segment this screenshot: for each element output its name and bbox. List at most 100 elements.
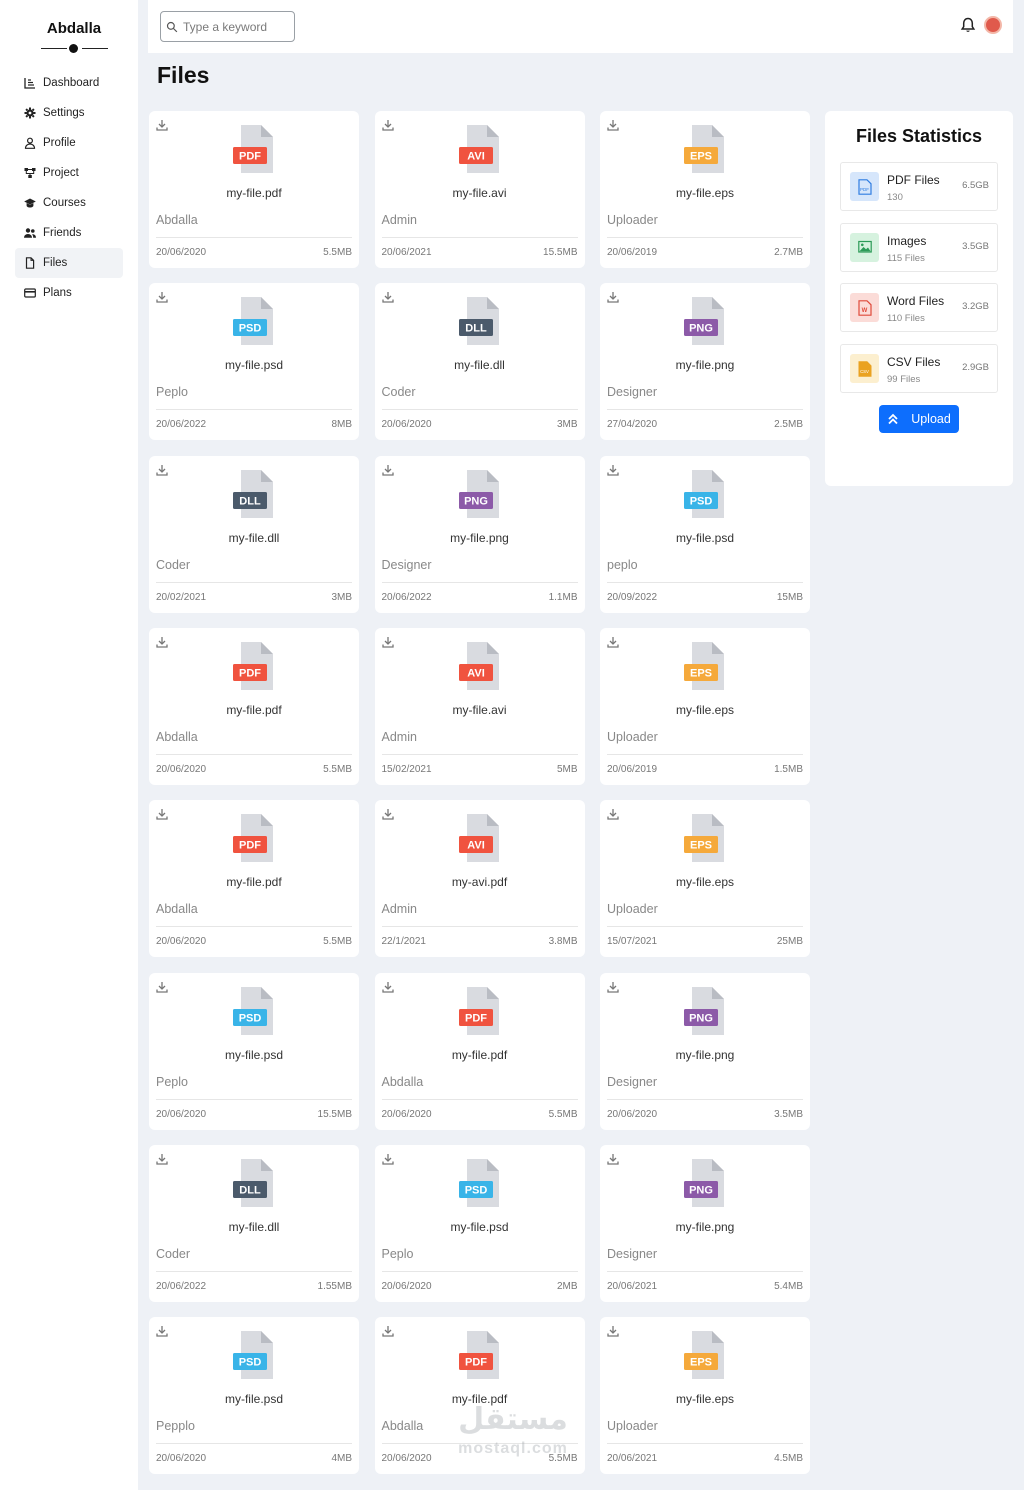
svg-text:EPS: EPS [690, 151, 712, 163]
sidebar-item-project[interactable]: Project [15, 158, 123, 188]
dll-file-icon: DLL [233, 469, 277, 520]
download-icon[interactable] [607, 290, 619, 303]
download-icon[interactable] [156, 290, 168, 303]
file-name: my-file.eps [675, 702, 734, 717]
file-card[interactable]: AVI my-avi.pdf Admin 22/1/2021 3.8MB [374, 800, 585, 958]
file-card[interactable]: PSD my-file.psd peplo 20/09/2022 15MB [600, 455, 810, 613]
sidebar-item-profile[interactable]: Profile [15, 128, 123, 158]
file-date: 15/07/2021 [607, 936, 658, 948]
download-icon[interactable] [381, 1324, 394, 1337]
search-input[interactable] [183, 19, 288, 34]
sidebar-item-files[interactable]: Files [15, 248, 123, 278]
file-card[interactable]: DLL my-file.dll Coder 20/06/2022 1.55MB [149, 1144, 359, 1302]
file-date: 20/06/2019 [607, 763, 658, 775]
download-icon[interactable] [607, 1152, 619, 1165]
file-card[interactable]: DLL my-file.dll Coder 20/06/2020 3MB [374, 283, 585, 441]
card-divider [607, 237, 803, 238]
stat-csv-files[interactable]: CSV CSV Files 99 Files 2.9GB [840, 344, 998, 394]
file-owner: Uploader [607, 1419, 658, 1434]
file-card[interactable]: AVI my-file.avi Admin 20/06/2021 15.5MB [374, 111, 585, 268]
sidebar-item-label: Files [43, 257, 68, 269]
file-card[interactable]: PNG my-file.png Designer 27/04/2020 2.5MB [600, 283, 810, 441]
download-icon[interactable] [156, 807, 168, 820]
svg-text:PSD: PSD [239, 1012, 262, 1024]
download-icon[interactable] [381, 980, 394, 993]
file-owner: Designer [381, 557, 432, 572]
download-icon[interactable] [156, 463, 168, 476]
stat-count: 115 Files [887, 252, 925, 264]
sidebar-item-courses[interactable]: Courses [15, 188, 123, 218]
file-card[interactable]: PSD my-file.psd Peplo 20/06/2020 2MB [374, 1144, 585, 1302]
card-divider [156, 1098, 352, 1100]
svg-text:AVI: AVI [467, 667, 485, 679]
bell-icon[interactable] [960, 17, 976, 34]
download-icon[interactable] [381, 635, 394, 648]
card-divider [607, 581, 803, 583]
sidebar-item-settings[interactable]: Settings [15, 98, 123, 128]
file-card[interactable]: EPS my-file.eps Uploader 20/06/2019 1.5MB [600, 627, 810, 785]
stat-word-files[interactable]: W Word Files 110 Files 3.2GB [840, 283, 998, 333]
card-divider [381, 237, 578, 238]
svg-text:PDF: PDF [239, 840, 261, 852]
psd-file-icon: PSD [233, 1331, 277, 1381]
download-icon[interactable] [381, 463, 394, 476]
avatar-icon[interactable] [984, 16, 1002, 34]
file-name: my-file.psd [450, 1219, 509, 1234]
sidebar-item-dashboard[interactable]: Dashboard [15, 68, 123, 98]
search-box[interactable] [160, 11, 295, 42]
file-card[interactable]: EPS my-file.eps Uploader 20/06/2021 4.5MB [600, 1317, 810, 1475]
svg-text:EPS: EPS [690, 667, 712, 679]
file-card[interactable]: PDF my-file.pdf Abdalla 20/06/2020 5.5MB [149, 800, 359, 958]
download-icon[interactable] [156, 1152, 168, 1165]
file-size: 15.5MB [317, 1108, 352, 1120]
file-card[interactable]: AVI my-file.avi Admin 15/02/2021 5MB [374, 627, 585, 785]
download-icon[interactable] [381, 290, 394, 303]
download-icon[interactable] [156, 635, 168, 648]
download-icon[interactable] [607, 635, 619, 648]
file-name: my-file.png [675, 1047, 735, 1062]
sidebar: Abdalla Dashboard Settings Profile Project C… [0, 0, 138, 1490]
download-icon[interactable] [156, 980, 168, 993]
file-card[interactable]: PDF my-file.pdf Abdalla 20/06/2020 5.5MB [149, 627, 359, 785]
file-card[interactable]: PSD my-file.psd Pepplo 20/06/2020 4MB [149, 1317, 359, 1475]
stat-images[interactable]: Images 115 Files 3.5GB [840, 222, 998, 272]
download-icon[interactable] [607, 463, 619, 476]
file-card[interactable]: PNG my-file.png Designer 20/06/2022 1.1MB [374, 455, 585, 613]
download-icon[interactable] [381, 118, 394, 131]
download-icon[interactable] [607, 118, 619, 131]
file-card[interactable]: PNG my-file.png Designer 20/06/2020 3.5MB [600, 972, 810, 1130]
upload-button[interactable]: Upload [879, 405, 959, 433]
stat-pdf-files[interactable]: PDF PDF Files 130 6.5GB [840, 162, 998, 211]
file-card[interactable]: PDF my-file.pdf Abdalla 20/06/2020 5.5MB [374, 972, 585, 1130]
watermark-arabic: مستقل [458, 1403, 568, 1436]
file-card[interactable]: EPS my-file.eps Uploader 15/07/2021 25MB [600, 800, 810, 958]
file-owner: Coder [381, 385, 416, 400]
download-icon[interactable] [607, 980, 619, 993]
file-date: 20/02/2021 [156, 591, 207, 603]
eps-file-icon: EPS [684, 814, 728, 864]
download-icon[interactable] [381, 1152, 394, 1165]
sidebar-item-plans[interactable]: Plans [15, 278, 123, 308]
file-name: my-file.avi [452, 186, 507, 200]
file-card[interactable]: PNG my-file.png Designer 20/06/2021 5.4MB [600, 1144, 810, 1302]
svg-text:PSD: PSD [239, 323, 262, 335]
download-icon[interactable] [381, 807, 394, 820]
file-owner: Designer [607, 1246, 658, 1261]
file-owner: Abdalla [381, 1419, 424, 1434]
download-icon[interactable] [607, 1324, 619, 1337]
file-date: 20/06/2019 [607, 247, 658, 258]
sidebar-item-friends[interactable]: Friends [15, 218, 123, 248]
file-card[interactable]: DLL my-file.dll Coder 20/02/2021 3MB [149, 455, 359, 613]
file-card[interactable]: PSD my-file.psd Peplo 20/06/2020 15.5MB [149, 972, 359, 1130]
download-icon[interactable] [607, 807, 619, 820]
download-icon[interactable] [156, 118, 168, 131]
png-file-icon: PNG [684, 297, 728, 347]
file-size: 1.5MB [774, 763, 803, 775]
file-card[interactable]: PSD my-file.psd Peplo 20/06/2022 8MB [149, 283, 359, 441]
sidebar-item-label: Friends [43, 227, 82, 239]
file-card[interactable]: EPS my-file.eps Uploader 20/06/2019 2.7MB [600, 111, 810, 268]
file-card[interactable]: PDF my-file.pdf Abdalla 20/06/2020 5.5MB [149, 111, 359, 268]
card-divider [156, 1443, 352, 1445]
file-date: 20/06/2020 [156, 936, 207, 948]
download-icon[interactable] [156, 1324, 168, 1337]
